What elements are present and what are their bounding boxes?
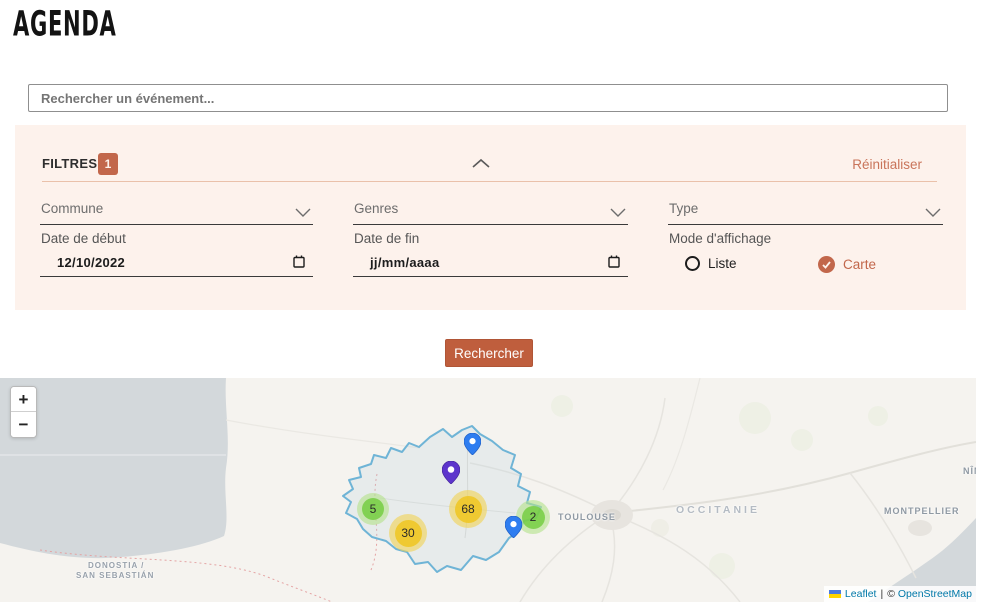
radio-carte[interactable]: Carte <box>818 256 876 273</box>
radio-liste-label: Liste <box>708 256 737 271</box>
ukraine-flag-icon <box>829 590 841 598</box>
collapse-filters-button[interactable] <box>466 153 496 175</box>
calendar-icon[interactable] <box>293 255 305 273</box>
date-start-label: Date de début <box>41 231 126 246</box>
radio-liste[interactable]: Liste <box>685 256 737 271</box>
cluster-marker[interactable]: 5 <box>357 493 389 525</box>
cluster-count: 5 <box>362 498 384 520</box>
filters-panel: FILTRES 1 Réinitialiser Commune Genres T… <box>15 125 966 310</box>
cluster-count: 30 <box>395 520 422 547</box>
pin-marker-purple[interactable] <box>442 461 460 489</box>
date-end-label: Date de fin <box>354 231 419 246</box>
cluster-count: 68 <box>455 496 482 523</box>
map-label-donostia: SAN SEBASTIÁN <box>76 571 154 580</box>
filters-count-badge: 1 <box>98 153 118 175</box>
check-icon <box>822 261 831 269</box>
cluster-count: 2 <box>522 506 545 529</box>
chevron-down-icon <box>610 205 626 223</box>
calendar-icon[interactable] <box>608 255 620 273</box>
chevron-up-icon <box>471 157 491 172</box>
select-commune[interactable]: Commune <box>40 199 313 225</box>
cluster-marker[interactable]: 30 <box>389 514 427 552</box>
map-label-montpellier: MONTPELLIER <box>884 506 960 516</box>
map-label-nimes: NÎM <box>963 466 976 476</box>
cluster-marker[interactable]: 68 <box>449 490 487 528</box>
search-submit-button[interactable]: Rechercher <box>445 339 533 367</box>
chevron-down-icon <box>295 205 311 223</box>
agenda-page: AGENDA FILTRES 1 Réinitialiser Commune G… <box>0 0 981 610</box>
map-label-donostia: DONOSTIA / <box>88 561 144 570</box>
radio-checked-icon[interactable] <box>818 256 835 273</box>
page-title: AGENDA <box>13 4 117 44</box>
select-genres-label: Genres <box>354 201 398 216</box>
pin-marker-blue[interactable] <box>505 516 522 543</box>
attribution-separator: | <box>880 588 883 600</box>
map-attribution: Leaflet | © OpenStreetMap <box>824 586 976 602</box>
filters-title: FILTRES <box>42 156 97 171</box>
leaflet-link[interactable]: Leaflet <box>845 588 877 600</box>
osm-link[interactable]: OpenStreetMap <box>898 588 972 600</box>
map-basemap <box>0 378 976 602</box>
chevron-down-icon <box>925 205 941 223</box>
radio-carte-label: Carte <box>843 257 876 272</box>
map-zoom-control: + − <box>10 386 37 438</box>
pin-marker-blue[interactable] <box>464 433 481 460</box>
map-label-occitanie: OCCITANIE <box>676 504 760 516</box>
select-type[interactable]: Type <box>668 199 943 225</box>
display-mode-label: Mode d'affichage <box>669 231 771 246</box>
filters-divider <box>42 181 937 182</box>
search-input[interactable] <box>28 84 948 112</box>
date-end-placeholder: jj/mm/aaaa <box>370 255 440 270</box>
select-type-label: Type <box>669 201 698 216</box>
map[interactable]: TOULOUSE OCCITANIE MONTPELLIER NÎM DONOS… <box>0 378 976 602</box>
zoom-in-button[interactable]: + <box>11 387 36 412</box>
date-start-value: 12/10/2022 <box>57 255 125 270</box>
zoom-out-button[interactable]: − <box>11 412 36 437</box>
date-end-field[interactable]: jj/mm/aaaa <box>353 251 628 277</box>
copyright-symbol: © <box>887 588 895 600</box>
reset-filters-link[interactable]: Réinitialiser <box>852 157 922 172</box>
select-commune-label: Commune <box>41 201 103 216</box>
select-genres[interactable]: Genres <box>353 199 628 225</box>
radio-unchecked-icon[interactable] <box>685 256 700 271</box>
date-start-field[interactable]: 12/10/2022 <box>40 251 313 277</box>
map-label-toulouse: TOULOUSE <box>558 512 616 522</box>
